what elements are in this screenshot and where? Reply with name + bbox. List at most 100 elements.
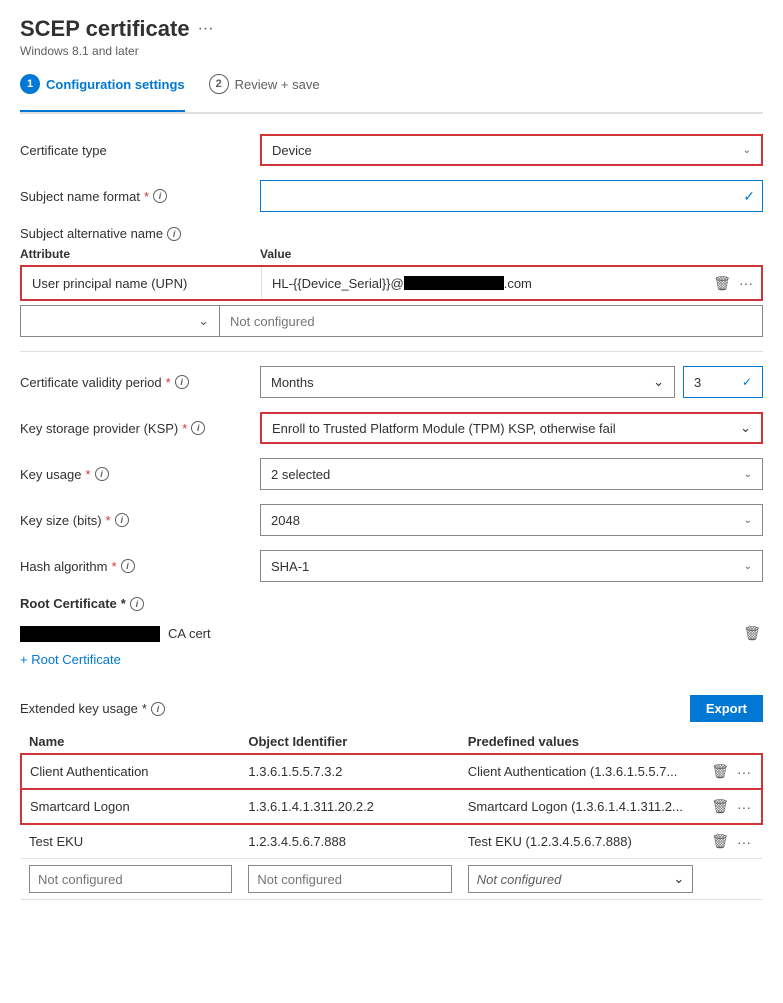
- ksp-dropdown[interactable]: Enroll to Trusted Platform Module (TPM) …: [260, 412, 763, 444]
- ksp-control: Enroll to Trusted Platform Module (TPM) …: [260, 412, 763, 444]
- eku-row-3-predefined: Test EKU (1.2.3.4.5.6.7.888): [460, 824, 701, 859]
- eku-col-predefined: Predefined values: [460, 730, 701, 754]
- validity-row: Certificate validity period * i Months ⌄…: [20, 366, 763, 398]
- eku-row-3-delete-btn[interactable]: 🗑: [709, 831, 731, 852]
- eku-table: Name Object Identifier Predefined values…: [20, 730, 763, 900]
- add-root-cert-link[interactable]: + Root Certificate: [20, 652, 121, 667]
- certificate-type-control: Device ⌄: [260, 134, 763, 166]
- hash-algorithm-control: SHA-1 ⌄: [260, 550, 763, 582]
- validity-unit-dropdown[interactable]: Months ⌄: [260, 366, 675, 398]
- san-val-header: Value: [260, 247, 763, 261]
- ksp-label: Key storage provider (KSP) * i: [20, 421, 260, 436]
- steps-row: 1 Configuration settings 2 Review + save: [20, 74, 763, 114]
- hash-algorithm-label: Hash algorithm * i: [20, 559, 260, 574]
- key-usage-info-icon[interactable]: i: [95, 467, 109, 481]
- subject-name-format-input[interactable]: CN={{AAD_Device_ID}}: [260, 180, 763, 212]
- eku-row-empty-name-input[interactable]: [29, 865, 232, 893]
- san-delete-btn-1[interactable]: 🗑: [711, 273, 733, 294]
- key-usage-row: Key usage * i 2 selected ⌄: [20, 458, 763, 490]
- eku-row-1-more-btn[interactable]: ···: [735, 762, 753, 782]
- san-info-icon[interactable]: i: [167, 227, 181, 241]
- eku-section: Extended key usage * i Export Name Objec…: [20, 695, 763, 900]
- eku-row-2-actions: 🗑 ···: [701, 789, 762, 824]
- root-cert-delete-btn[interactable]: 🗑: [741, 623, 763, 644]
- validity-number-field: 3 ✓: [683, 366, 763, 398]
- key-usage-value: 2 selected: [271, 467, 330, 482]
- eku-row-empty-oid-input[interactable]: [248, 865, 451, 893]
- key-usage-label: Key usage * i: [20, 467, 260, 482]
- validity-number-value: 3: [694, 375, 701, 390]
- export-button[interactable]: Export: [690, 695, 763, 722]
- hash-algorithm-row: Hash algorithm * i SHA-1 ⌄: [20, 550, 763, 582]
- key-size-value: 2048: [271, 513, 300, 528]
- ellipsis-icon[interactable]: ···: [198, 20, 214, 38]
- step-1[interactable]: 1 Configuration settings: [20, 74, 185, 102]
- key-size-dropdown[interactable]: 2048 ⌄: [260, 504, 763, 536]
- eku-row-empty-predefined-value: Not configured: [477, 872, 562, 887]
- step-2[interactable]: 2 Review + save: [209, 74, 320, 102]
- eku-row-empty-name-cell: [21, 859, 240, 900]
- eku-required: *: [142, 701, 147, 716]
- eku-col-oid: Object Identifier: [240, 730, 459, 754]
- validity-unit-chevron: ⌄: [653, 374, 664, 390]
- eku-col-actions: [701, 730, 762, 754]
- ksp-chevron: ⌄: [740, 420, 751, 436]
- subject-name-format-row: Subject name format * i CN={{AAD_Device_…: [20, 180, 763, 212]
- subject-name-format-check-icon: ✓: [743, 188, 755, 205]
- eku-row-3-more-btn[interactable]: ···: [735, 832, 753, 852]
- hash-algorithm-info-icon[interactable]: i: [121, 559, 135, 573]
- root-cert-info-icon[interactable]: i: [130, 597, 144, 611]
- step-2-circle: 2: [209, 74, 229, 94]
- hash-algorithm-chevron: ⌄: [744, 561, 752, 572]
- root-cert-item: CA cert 🗑: [20, 619, 763, 648]
- root-cert-required: *: [121, 596, 126, 611]
- san-empty-dropdown[interactable]: ⌄: [20, 305, 220, 337]
- validity-controls: Months ⌄ 3 ✓: [260, 366, 763, 398]
- eku-table-header-row: Name Object Identifier Predefined values: [21, 730, 762, 754]
- validity-info-icon[interactable]: i: [175, 375, 189, 389]
- san-val-prefix: HL-{{Device_Serial}}@: [272, 276, 404, 291]
- key-size-row: Key size (bits) * i 2048 ⌄: [20, 504, 763, 536]
- eku-row-2: Smartcard Logon 1.3.6.1.4.1.311.20.2.2 S…: [21, 789, 762, 824]
- key-usage-dropdown[interactable]: 2 selected ⌄: [260, 458, 763, 490]
- validity-check-icon: ✓: [742, 375, 752, 389]
- validity-label: Certificate validity period * i: [20, 375, 260, 390]
- key-size-chevron: ⌄: [744, 515, 752, 526]
- san-empty-dropdown-chevron: ⌄: [198, 313, 209, 329]
- ksp-info-icon[interactable]: i: [191, 421, 205, 435]
- subject-name-format-info-icon[interactable]: i: [153, 189, 167, 203]
- eku-row-2-predefined: Smartcard Logon (1.3.6.1.4.1.311.2...: [460, 789, 701, 824]
- eku-row-empty-predefined-dropdown[interactable]: Not configured ⌄: [468, 865, 693, 893]
- validity-unit-value: Months: [271, 375, 314, 390]
- eku-row-3-name: Test EKU: [21, 824, 240, 859]
- root-cert-name: CA cert: [20, 626, 211, 642]
- eku-row-1-actions: 🗑 ···: [701, 754, 762, 789]
- eku-row-2-more-btn[interactable]: ···: [735, 797, 753, 817]
- san-val-suffix: .com: [504, 276, 532, 291]
- san-section: Subject alternative name i Attribute Val…: [20, 226, 763, 337]
- eku-row-empty-predefined-chevron: ⌄: [673, 871, 684, 887]
- key-size-info-icon[interactable]: i: [115, 513, 129, 527]
- ksp-row: Key storage provider (KSP) * i Enroll to…: [20, 412, 763, 444]
- hash-algorithm-value: SHA-1: [271, 559, 309, 574]
- page-subtitle: Windows 8.1 and later: [20, 44, 763, 58]
- eku-row-3-actions: 🗑 ···: [701, 824, 762, 859]
- eku-label: Extended key usage * i: [20, 701, 165, 716]
- eku-info-icon[interactable]: i: [151, 702, 165, 716]
- san-label: Subject alternative name i: [20, 226, 763, 241]
- hash-algorithm-required: *: [111, 559, 116, 574]
- san-empty-input[interactable]: [220, 305, 763, 337]
- eku-row-1-delete-btn[interactable]: 🗑: [709, 761, 731, 782]
- eku-row-empty-oid-cell: [240, 859, 459, 900]
- san-more-btn-1[interactable]: ···: [737, 273, 755, 293]
- eku-row-empty-predefined-cell: Not configured ⌄: [460, 859, 701, 900]
- certificate-type-row: Certificate type Device ⌄: [20, 134, 763, 166]
- san-val-masked: [404, 276, 504, 290]
- eku-row-empty: Not configured ⌄: [21, 859, 762, 900]
- step-1-label: Configuration settings: [46, 77, 185, 92]
- hash-algorithm-dropdown[interactable]: SHA-1 ⌄: [260, 550, 763, 582]
- san-row-inner: User principal name (UPN) HL-{{Device_Se…: [22, 267, 705, 299]
- certificate-type-dropdown[interactable]: Device ⌄: [260, 134, 763, 166]
- eku-row-2-delete-btn[interactable]: 🗑: [709, 796, 731, 817]
- certificate-type-label: Certificate type: [20, 143, 260, 158]
